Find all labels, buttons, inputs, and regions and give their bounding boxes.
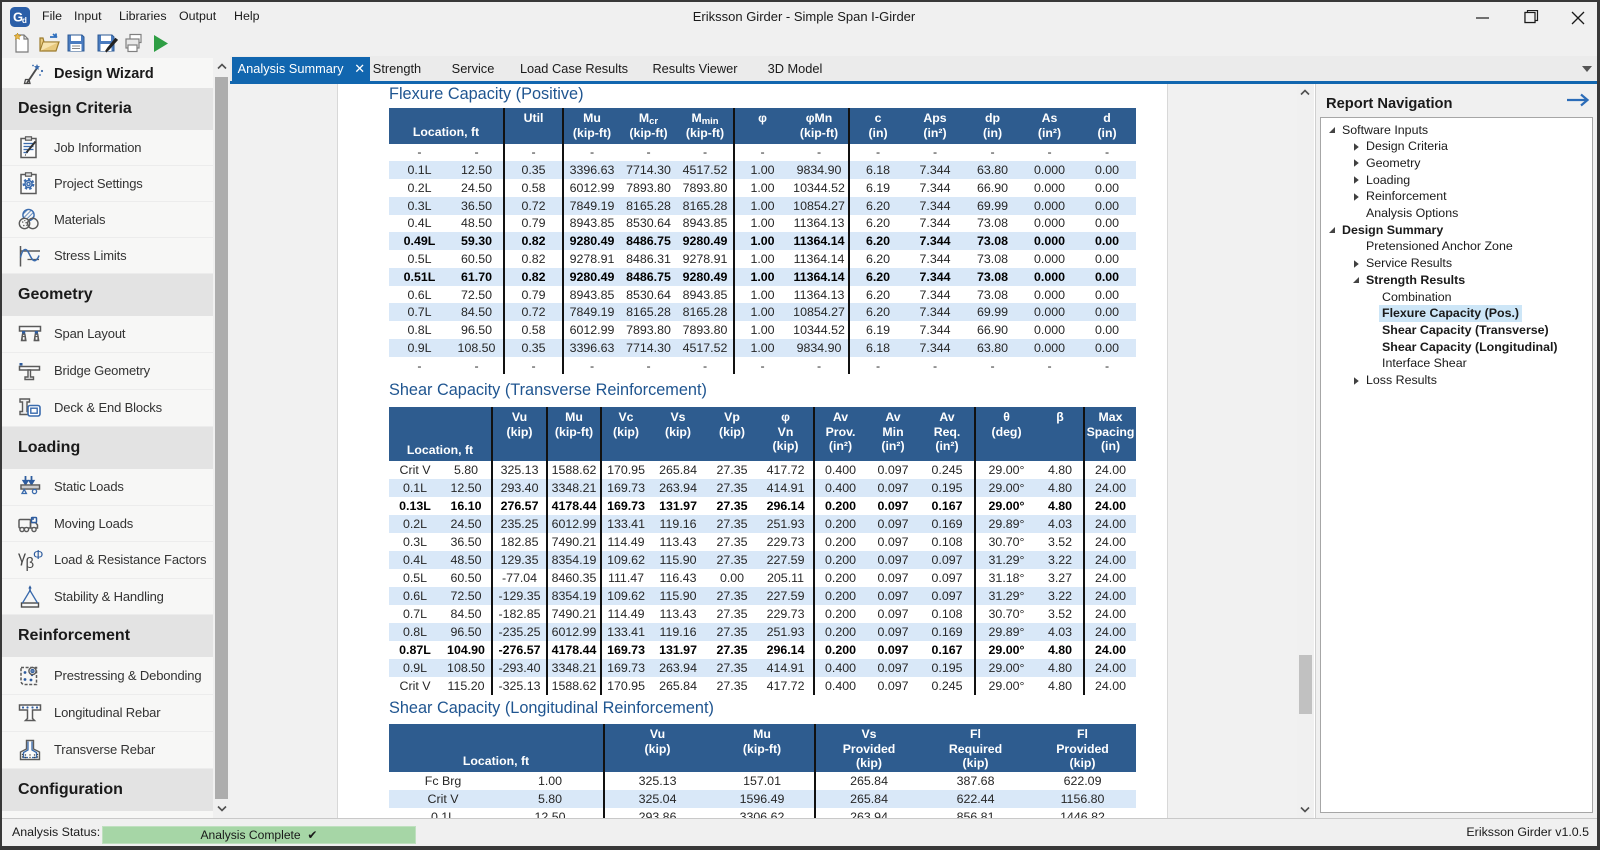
svg-text:Φ: Φ — [33, 547, 43, 562]
svg-text:d: d — [22, 16, 27, 25]
